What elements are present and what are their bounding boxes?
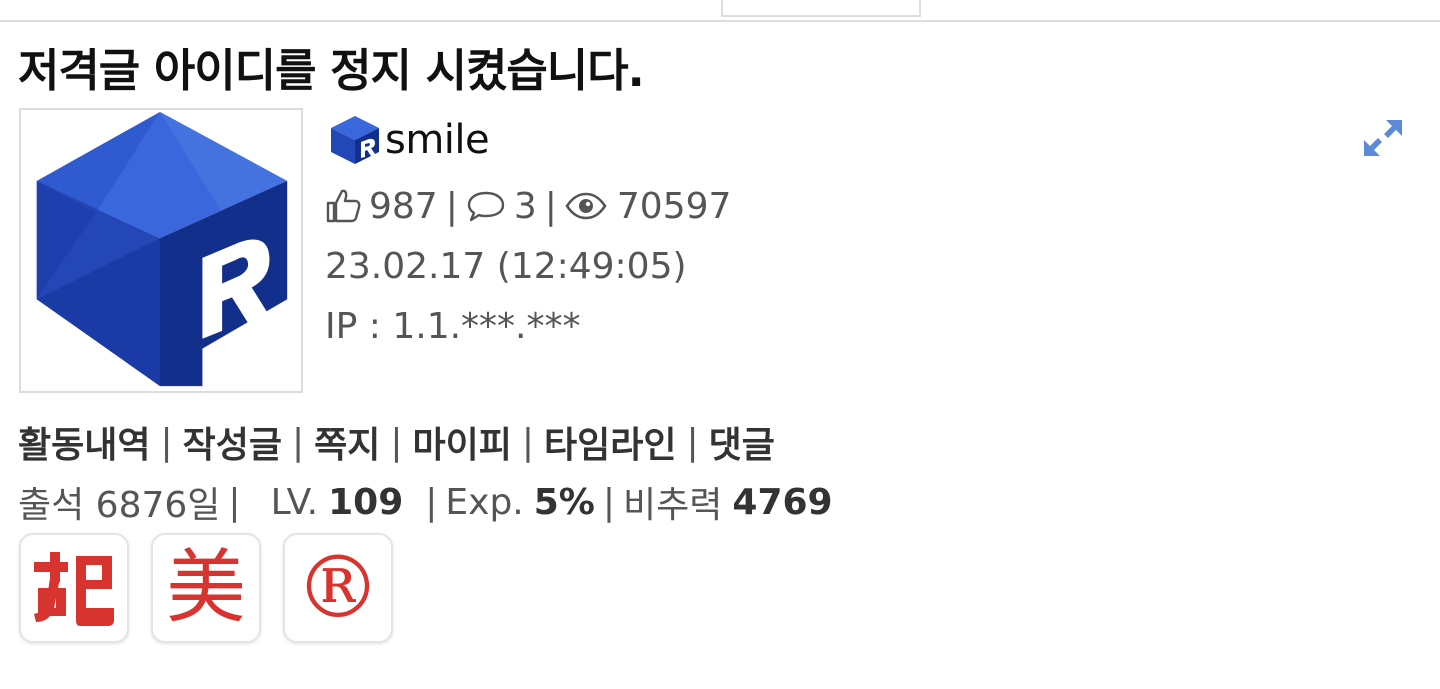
noncommend-label: 비추력 <box>623 485 723 526</box>
comment-icon[interactable] <box>466 188 506 224</box>
separator: | <box>686 421 699 463</box>
level-value: 109 <box>328 481 404 523</box>
separator: | <box>228 481 241 523</box>
separator: | <box>292 421 305 463</box>
badge-glyph-ligature <box>34 552 114 626</box>
badge-list: 美 ® <box>19 533 393 643</box>
author-avatar[interactable] <box>19 108 303 393</box>
badge-item[interactable]: ® <box>283 533 393 643</box>
link-timeline[interactable]: 타임라인 <box>544 416 676 468</box>
view-count: 70597 <box>616 185 732 227</box>
badge-item[interactable]: 美 <box>151 533 261 643</box>
top-tab-box <box>721 0 921 17</box>
separator: | <box>445 185 458 227</box>
separator: | <box>544 185 557 227</box>
post-date: 23.02.17 (12:49:05) <box>325 242 687 290</box>
author-links: 활동내역 | 작성글 | 쪽지 | 마이피 | 타임라인 | 댓글 <box>18 416 775 468</box>
level-label: LV. <box>270 481 319 523</box>
like-count: 987 <box>369 185 438 227</box>
author-stats: 출석 6876일 | LV. 109 | Exp. 5% | 비추력 4769 <box>18 478 833 527</box>
link-comments[interactable]: 댓글 <box>709 416 775 468</box>
link-mypi[interactable]: 마이피 <box>413 416 512 468</box>
post-ip: IP : 1.1.***.*** <box>325 302 580 350</box>
author-nickname[interactable]: smile <box>385 117 490 163</box>
author-ip: IP : 1.1.***.*** <box>325 305 581 347</box>
badge-item[interactable] <box>19 533 129 643</box>
thumbs-up-icon[interactable] <box>325 187 361 225</box>
separator: | <box>160 421 173 463</box>
separator: | <box>602 481 616 523</box>
attendance-count: 출석 6876일 <box>18 485 221 526</box>
comment-count: 3 <box>513 185 537 227</box>
exp-label: Exp. <box>445 481 524 523</box>
badge-glyph: ® <box>295 538 381 638</box>
expand-icon[interactable] <box>1362 116 1404 160</box>
avatar-r-cube-icon <box>36 111 288 387</box>
top-border-bar <box>0 0 1440 22</box>
separator: | <box>425 481 438 523</box>
post-title: 저격글 아이디를 정지 시켰습니다. <box>18 44 645 97</box>
exp-value: 5% <box>533 481 595 523</box>
link-message[interactable]: 쪽지 <box>314 416 380 468</box>
author-nickname-row[interactable]: smile <box>327 112 490 168</box>
nickname-level-icon <box>331 116 379 164</box>
eye-icon <box>565 192 607 220</box>
noncommend-value: 4769 <box>732 481 833 523</box>
separator: | <box>521 421 535 463</box>
post-stats-row: 987 | 3 | 70597 <box>325 182 731 230</box>
link-activity[interactable]: 활동내역 <box>18 416 150 468</box>
separator: | <box>390 421 403 463</box>
link-posts[interactable]: 작성글 <box>183 416 282 468</box>
badge-glyph: 美 <box>166 541 246 634</box>
post-datetime: 23.02.17 (12:49:05) <box>325 245 687 287</box>
